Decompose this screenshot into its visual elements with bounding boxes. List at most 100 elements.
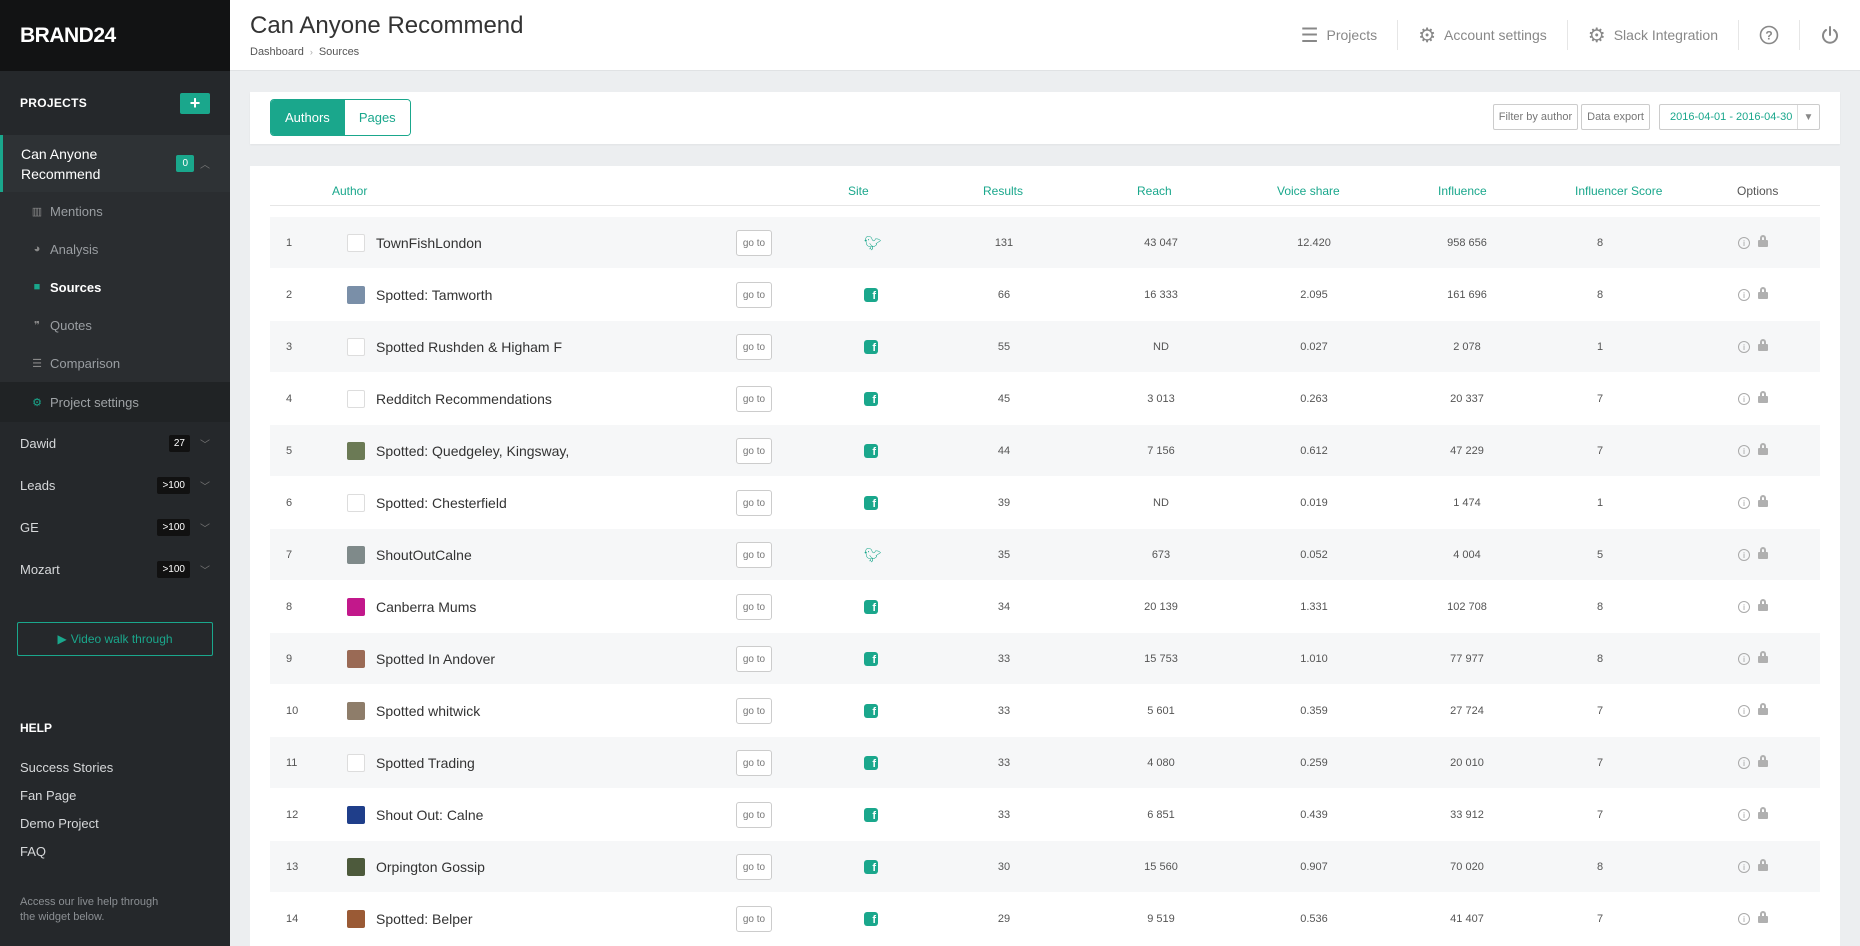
lock-icon[interactable]: [1758, 235, 1768, 248]
lock-icon[interactable]: [1758, 859, 1768, 872]
chevron-up-icon[interactable]: ︿: [200, 156, 210, 171]
lock-icon[interactable]: [1758, 911, 1768, 924]
facebook-icon[interactable]: f: [864, 756, 878, 770]
table-row[interactable]: 5 Spotted: Quedgeley, Kingsway, go to f 44 7 …: [270, 425, 1820, 477]
author-name[interactable]: Orpington Gossip: [376, 841, 485, 893]
facebook-icon[interactable]: f: [864, 288, 878, 302]
author-name[interactable]: Spotted: Tamworth: [376, 269, 492, 321]
go-to-button[interactable]: go to: [736, 698, 772, 724]
chevron-down-icon[interactable]: ﹀: [200, 520, 210, 535]
lock-icon[interactable]: [1758, 391, 1768, 404]
go-to-button[interactable]: go to: [736, 282, 772, 308]
go-to-button[interactable]: go to: [736, 802, 772, 828]
breadcrumb-dashboard[interactable]: Dashboard: [250, 46, 304, 58]
lock-icon[interactable]: [1758, 651, 1768, 664]
author-name[interactable]: Canberra Mums: [376, 581, 476, 633]
table-row[interactable]: 8 Canberra Mums go to f 34 20 139 1.331 102 708…: [270, 581, 1820, 633]
data-export-button[interactable]: Data export: [1581, 104, 1650, 130]
author-name[interactable]: Spotted: Quedgeley, Kingsway,: [376, 425, 569, 477]
sidebar-item-quotes[interactable]: ❞ Quotes: [0, 306, 230, 344]
col-site[interactable]: Site: [848, 184, 869, 198]
info-icon[interactable]: i: [1738, 705, 1750, 717]
author-name[interactable]: Spotted: Chesterfield: [376, 477, 507, 529]
facebook-icon[interactable]: f: [864, 912, 878, 926]
col-influence[interactable]: Influence: [1438, 184, 1487, 198]
table-row[interactable]: 12 Shout Out: Calne go to f 33 6 851 0.439 33 9…: [270, 789, 1820, 841]
go-to-button[interactable]: go to: [736, 334, 772, 360]
help-link-fan-page[interactable]: Fan Page: [0, 781, 230, 809]
facebook-icon[interactable]: f: [864, 652, 878, 666]
sidebar-item-mentions[interactable]: ▥ Mentions: [0, 192, 230, 230]
lock-icon[interactable]: [1758, 807, 1768, 820]
nav-projects[interactable]: ☰ Projects: [1281, 20, 1399, 50]
table-row[interactable]: 1 TownFishLondon go to 🐦︎ 131 43 047 12.420 958…: [270, 217, 1820, 269]
lock-icon[interactable]: [1758, 703, 1768, 716]
facebook-icon[interactable]: f: [864, 496, 878, 510]
info-icon[interactable]: i: [1738, 341, 1750, 353]
info-icon[interactable]: i: [1738, 861, 1750, 873]
go-to-button[interactable]: go to: [736, 750, 772, 776]
brand-logo[interactable]: BRAND24: [0, 0, 230, 71]
chevron-down-icon[interactable]: ﹀: [200, 562, 210, 577]
sidebar-project-leads[interactable]: Leads >100 ﹀: [0, 464, 230, 506]
chevron-down-icon[interactable]: ﹀: [200, 436, 210, 451]
twitter-icon[interactable]: 🐦︎: [864, 548, 882, 562]
author-name[interactable]: Spotted whitwick: [376, 685, 480, 737]
table-row[interactable]: 6 Spotted: Chesterfield go to f 39 ND 0.019 1 4…: [270, 477, 1820, 529]
facebook-icon[interactable]: f: [864, 392, 878, 406]
info-icon[interactable]: i: [1738, 653, 1750, 665]
go-to-button[interactable]: go to: [736, 594, 772, 620]
info-icon[interactable]: i: [1738, 289, 1750, 301]
table-row[interactable]: 9 Spotted In Andover go to f 33 15 753 1.010 77…: [270, 633, 1820, 685]
table-row[interactable]: 13 Orpington Gossip go to f 30 15 560 0.907 70 …: [270, 841, 1820, 893]
go-to-button[interactable]: go to: [736, 386, 772, 412]
date-range-select[interactable]: 2016-04-01 - 2016-04-30 ▼: [1659, 104, 1820, 130]
info-icon[interactable]: i: [1738, 913, 1750, 925]
lock-icon[interactable]: [1758, 443, 1768, 456]
author-name[interactable]: Spotted Trading: [376, 737, 475, 789]
info-icon[interactable]: i: [1738, 445, 1750, 457]
info-icon[interactable]: i: [1738, 549, 1750, 561]
col-author[interactable]: Author: [332, 184, 367, 198]
facebook-icon[interactable]: f: [864, 600, 878, 614]
author-name[interactable]: ShoutOutCalne: [376, 529, 472, 581]
breadcrumb-sources[interactable]: Sources: [319, 46, 359, 58]
help-link-demo-project[interactable]: Demo Project: [0, 809, 230, 837]
go-to-button[interactable]: go to: [736, 438, 772, 464]
col-voice-share[interactable]: Voice share: [1277, 184, 1340, 198]
facebook-icon[interactable]: f: [864, 444, 878, 458]
tab-authors[interactable]: Authors: [271, 100, 344, 135]
author-name[interactable]: TownFishLondon: [376, 217, 482, 269]
sidebar-item-project-settings[interactable]: ⚙ Project settings: [0, 382, 230, 422]
table-row[interactable]: 14 Spotted: Belper go to f 29 9 519 0.536 41 40…: [270, 893, 1820, 945]
go-to-button[interactable]: go to: [736, 490, 772, 516]
lock-icon[interactable]: [1758, 599, 1768, 612]
table-row[interactable]: 3 Spotted Rushden & Higham F go to f 55 ND 0.0…: [270, 321, 1820, 373]
facebook-icon[interactable]: f: [864, 704, 878, 718]
nav-account-settings[interactable]: ⚙ Account settings: [1398, 20, 1568, 50]
nav-slack-integration[interactable]: ⚙ Slack Integration: [1568, 20, 1739, 50]
info-icon[interactable]: i: [1738, 757, 1750, 769]
sidebar-project-active[interactable]: Can Anyone Recommend 0 ︿: [0, 135, 230, 192]
add-project-button[interactable]: +: [180, 92, 210, 114]
sidebar-project-ge[interactable]: GE >100 ﹀: [0, 506, 230, 548]
go-to-button[interactable]: go to: [736, 906, 772, 932]
col-influencer-score[interactable]: Influencer Score: [1575, 184, 1662, 198]
power-icon[interactable]: [1800, 20, 1860, 50]
sidebar-project-dawid[interactable]: Dawid 27 ﹀: [0, 422, 230, 464]
go-to-button[interactable]: go to: [736, 646, 772, 672]
info-icon[interactable]: i: [1738, 237, 1750, 249]
twitter-icon[interactable]: 🐦︎: [864, 236, 882, 250]
lock-icon[interactable]: [1758, 547, 1768, 560]
lock-icon[interactable]: [1758, 495, 1768, 508]
lock-icon[interactable]: [1758, 287, 1768, 300]
sidebar-project-mozart[interactable]: Mozart >100 ﹀: [0, 548, 230, 590]
lock-icon[interactable]: [1758, 755, 1768, 768]
chevron-down-icon[interactable]: ﹀: [200, 478, 210, 493]
go-to-button[interactable]: go to: [736, 542, 772, 568]
table-row[interactable]: 11 Spotted Trading go to f 33 4 080 0.259 20 01…: [270, 737, 1820, 789]
author-name[interactable]: Spotted In Andover: [376, 633, 495, 685]
info-icon[interactable]: i: [1738, 601, 1750, 613]
author-name[interactable]: Spotted: Belper: [376, 893, 473, 945]
help-icon[interactable]: ?: [1739, 20, 1800, 50]
